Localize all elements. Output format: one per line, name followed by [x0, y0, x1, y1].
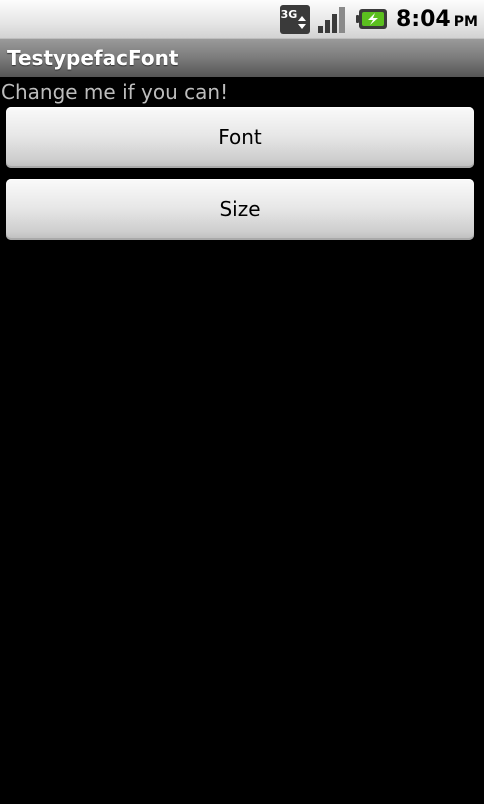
screen: 3G 8:04 PM TestypefacFont Change me if yo… [0, 0, 484, 804]
svg-text:3G: 3G [281, 8, 298, 21]
battery-charging-icon [356, 9, 387, 29]
3g-data-icon: 3G [280, 5, 310, 34]
size-button[interactable]: Size [6, 179, 474, 240]
status-clock: 8:04 PM [396, 6, 478, 34]
app-title: TestypefacFont [7, 46, 179, 70]
status-bar: 3G 8:04 PM [0, 0, 484, 39]
sample-text-label: Change me if you can! [1, 80, 229, 104]
clock-time: 8:04 [396, 7, 451, 32]
app-title-bar: TestypefacFont [0, 38, 484, 77]
signal-strength-icon [318, 7, 345, 33]
clock-ampm: PM [453, 14, 478, 30]
font-button[interactable]: Font [6, 107, 474, 168]
